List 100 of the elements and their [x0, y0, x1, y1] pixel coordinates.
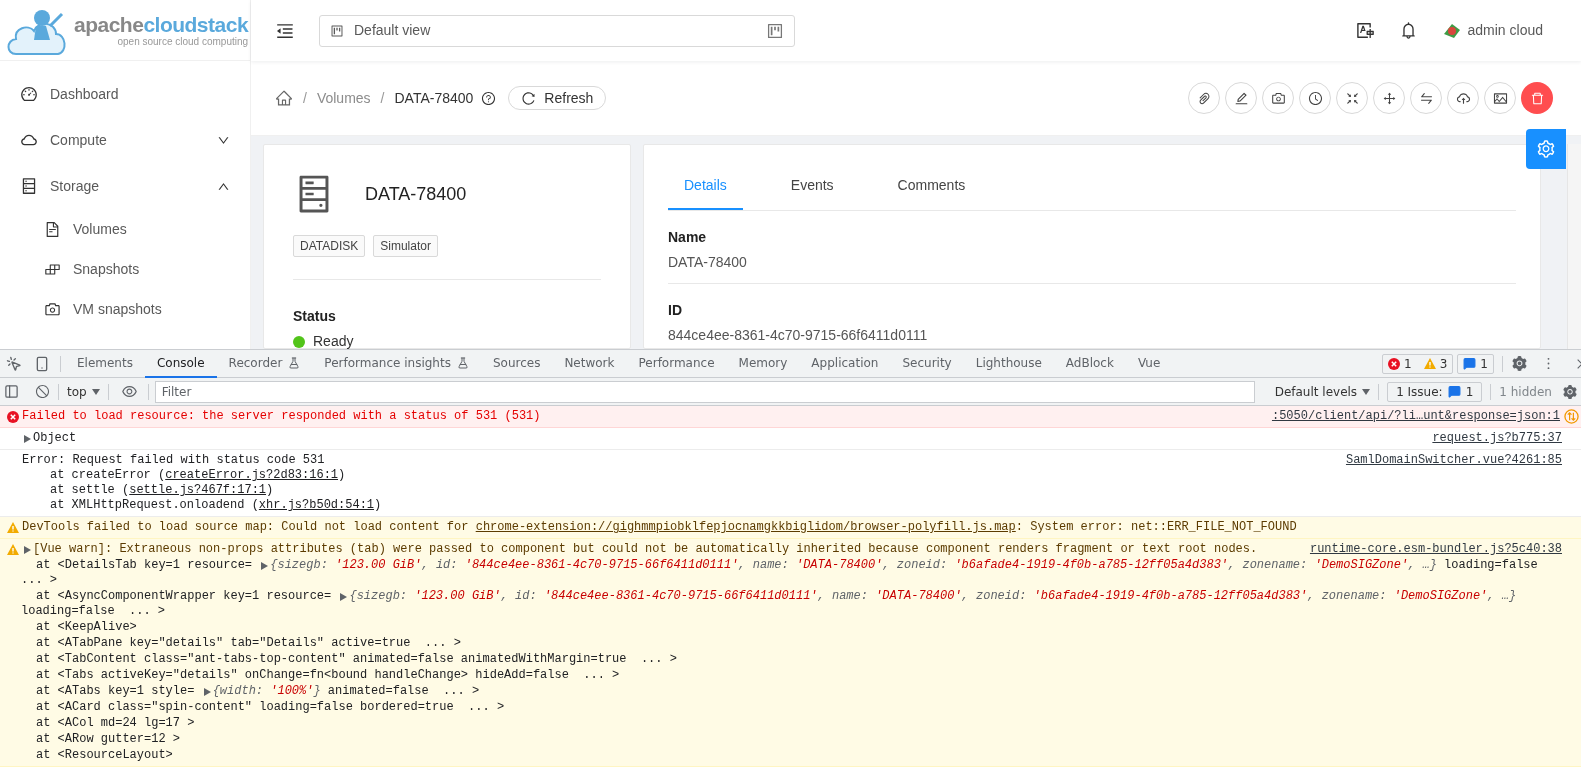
delete-button[interactable] [1521, 82, 1553, 114]
view-selector[interactable]: Default view [319, 14, 795, 47]
component-frame-attributes: loading=false [1443, 558, 1538, 573]
dropdown-caret-icon [1362, 388, 1371, 395]
help-icon[interactable] [481, 90, 497, 106]
devtools-tab[interactable]: Recorder [216, 349, 313, 378]
expand-triangle-icon[interactable] [203, 687, 211, 696]
board-icon [330, 23, 344, 38]
devtools-tab[interactable]: Performance [626, 349, 727, 378]
settings-icon[interactable] [1561, 383, 1578, 400]
stack-frame: at createError (createError.js?2d83:16:1) [50, 468, 346, 482]
source-map-link[interactable]: chrome-extension://gighmmpiobklfepjocnamgkkbiglidom/browser-polyfill.js.map [475, 520, 1016, 534]
log-levels-dropdown[interactable]: Default levels [1274, 382, 1371, 401]
move-arrows-icon [1381, 90, 1397, 106]
hidden-count: 1 hidden [1499, 383, 1552, 401]
sidebar-item[interactable]: Dashboard [0, 71, 250, 117]
clock-icon [1307, 90, 1323, 106]
tag: DATADISK [293, 235, 366, 257]
tag: Simulator [373, 235, 438, 257]
settings-icon[interactable] [1511, 355, 1528, 372]
console-message: DevTools failed to load source map: Could not load content for chrome-extension://gighmmpiobklfepjocnamgkkbiglidom/browser-polyfill.js.map: System error: net::ERR_FILE_NOT_FOUND [22, 520, 1297, 535]
component-frame: at <ARow gutter=12 > [36, 732, 181, 747]
dropdown-caret-icon [91, 388, 100, 395]
component-frame: at <ACol md=24 lg=17 > [36, 716, 195, 731]
sidebar-item[interactable]: Compute [0, 117, 250, 163]
sidebar-subitem[interactable]: VM snapshots [0, 289, 250, 329]
field-label: ID [668, 301, 683, 320]
stack-frame-link[interactable]: createError.js?2d83:16:1 [165, 468, 339, 482]
devtools-tab[interactable]: Security [890, 349, 964, 378]
console-message: Error: Request failed with status code 531 [22, 453, 325, 468]
settings-button[interactable] [1526, 129, 1566, 169]
device-icon[interactable] [34, 355, 50, 372]
pen-icon [1233, 90, 1249, 106]
devtools-tab[interactable]: Memory [726, 349, 800, 378]
tab[interactable]: Comments [881, 175, 982, 210]
board-icon [766, 21, 784, 40]
source-link[interactable]: runtime-core.esm-bundler.js?5c40:38 [1309, 542, 1562, 557]
translate-icon[interactable] [1355, 21, 1375, 40]
swap-arrows-icon [1418, 90, 1434, 106]
console-message: Object [33, 431, 77, 446]
source-link[interactable]: SamlDomainSwitcher.vue?4261:85 [1345, 453, 1562, 468]
stack-frame: at settle (settle.js?467f:17:1) [50, 483, 274, 497]
image-icon [1492, 90, 1508, 106]
filter-field[interactable]: Filter [154, 380, 1255, 403]
devtools-tab[interactable]: Elements [65, 349, 145, 378]
devtools-tab[interactable]: Performance insights [312, 349, 481, 378]
devtools-tab[interactable]: Network [552, 349, 627, 378]
devtools-tab[interactable]: Lighthouse [963, 349, 1054, 378]
avatar-icon [1441, 21, 1462, 40]
expand-triangle-icon[interactable] [24, 434, 31, 443]
object-preview[interactable]: {width: '100%'} [212, 684, 321, 699]
issues-counter[interactable]: 1 Issue: 1 [1387, 381, 1483, 402]
flask-icon [288, 356, 301, 369]
console-message: Failed to load resource: the server responded with a status of 531 (531) [22, 409, 541, 424]
sidebar-subitem[interactable]: Snapshots [0, 249, 250, 289]
warning-icon [7, 522, 19, 533]
field-label: Name [668, 228, 708, 247]
logo-wordmark: apachecloudstack [74, 13, 249, 35]
component-frame-continuation: ... > [21, 573, 57, 587]
component-frame-continuation: loading=false ... > [21, 604, 166, 618]
sidebar-subitem[interactable]: Volumes [0, 209, 250, 249]
devtools-tab[interactable]: AdBlock [1053, 349, 1126, 378]
error-warning-counter[interactable]: 1 3 [1382, 353, 1454, 374]
component-frame-attributes: animated=false ... > [326, 684, 480, 699]
stack-frame-link[interactable]: settle.js?467f:17:1 [129, 483, 267, 497]
component-frame: at <KeepAlive> [36, 620, 137, 635]
inspect-icon[interactable] [6, 355, 22, 372]
source-link[interactable]: :5050/client/api/?li…unt&response=json:1 [1271, 409, 1560, 424]
eye-icon[interactable] [120, 383, 138, 400]
object-preview[interactable]: {sizegb: '123.00 GiB', id: '844ce4ee-8361-4c70-9715-66f6411d0111', name: 'DATA-78400', zoneid: 'b6afade4-1919-4f0b-a785-12ff05a4d383', zonename: 'DemoSIGZone', …} [349, 589, 1517, 604]
object-preview[interactable]: {sizegb: '123.00 GiB', id: '844ce4ee-8361-4c70-9715-66f6411d0111', name: 'DATA-78400', zoneid: 'b6afade4-1919-4f0b-a785-12ff05a4d383', zonename: 'DemoSIGZone', …} [270, 558, 1437, 573]
clear-console-icon[interactable] [35, 384, 50, 399]
status-value: Ready [313, 332, 354, 349]
breadcrumb-separator: / [303, 88, 307, 108]
breadcrumb-item[interactable]: Volumes [316, 87, 371, 109]
source-link[interactable]: request.js?b775:37 [1432, 431, 1562, 446]
component-frame: at <ATabPane key="details" tab="Details" active=true ... > [36, 636, 461, 651]
tab[interactable]: Events [774, 175, 850, 210]
camera-icon [1270, 90, 1286, 106]
message-icon [1463, 357, 1477, 370]
context-dropdown[interactable]: top [67, 382, 100, 401]
home-icon[interactable] [275, 89, 293, 107]
cloud-upload-icon [1455, 90, 1471, 106]
component-frame: at <DetailsTab key=1 resource= [36, 558, 260, 573]
sidebar-item[interactable]: Storage [0, 163, 250, 209]
sidebar-toggle-icon[interactable] [4, 384, 19, 399]
error-icon [1388, 357, 1401, 370]
console-message: [Vue warn]: Extraneous non-props attributes (tab) were passed to component but could not be automatically inherited because component renders fragment or text root nodes. [33, 542, 1258, 557]
expand-triangle-icon[interactable] [340, 592, 348, 601]
message-counter[interactable]: 1 [1457, 353, 1494, 374]
expand-triangle-icon[interactable] [261, 561, 269, 570]
expand-triangle-icon[interactable] [24, 545, 31, 554]
scrollbar[interactable] [1567, 144, 1581, 349]
devtools-tab[interactable]: Vue [1125, 349, 1173, 378]
devtools-tab[interactable]: Sources [480, 349, 553, 378]
status-label: Status [293, 307, 337, 326]
user-name[interactable]: admin cloud [1467, 20, 1543, 41]
stack-frame-link[interactable]: xhr.js?b50d:54:1 [258, 498, 375, 512]
devtools-tab[interactable]: Application [799, 349, 891, 378]
flask-icon [456, 356, 469, 369]
